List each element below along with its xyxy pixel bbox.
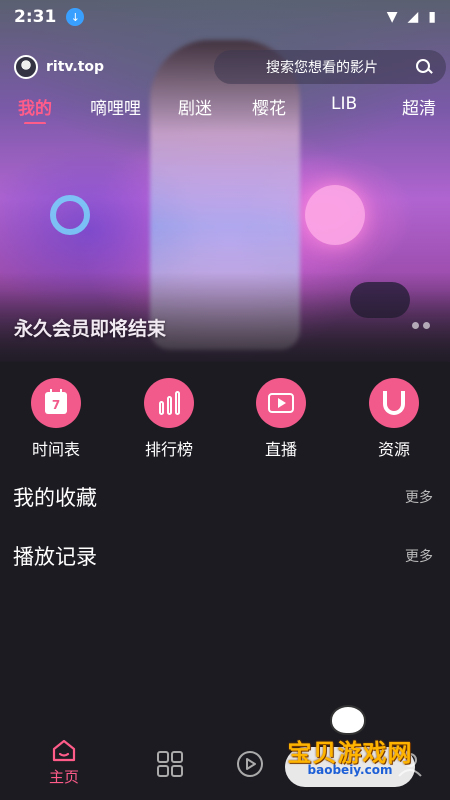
live-label: 直播 bbox=[264, 440, 297, 459]
tab-chaoqing[interactable]: 超清 bbox=[402, 94, 436, 119]
more-link[interactable]: 更多 bbox=[405, 546, 433, 566]
section-title: 我的收藏 bbox=[13, 486, 97, 510]
decor-glow bbox=[305, 185, 365, 245]
decor-glow bbox=[50, 195, 90, 235]
site-logo[interactable] bbox=[14, 55, 38, 79]
favorites-section: 我的收藏 更多 bbox=[13, 482, 433, 512]
grid-icon bbox=[140, 750, 200, 778]
tab-yinghua[interactable]: 樱花 bbox=[252, 94, 286, 119]
battery-icon: ▮ bbox=[428, 9, 436, 25]
live-button[interactable]: 直播 bbox=[241, 378, 321, 460]
history-section: 播放记录 更多 bbox=[13, 541, 433, 571]
magnet-icon bbox=[383, 391, 405, 415]
tab-jumi[interactable]: 剧迷 bbox=[178, 94, 212, 119]
signal-icon: ◢ bbox=[407, 9, 419, 25]
search-icon[interactable] bbox=[416, 59, 432, 75]
status-time: 2:31 bbox=[14, 7, 57, 27]
nav-home-label: 主页 bbox=[48, 768, 79, 786]
wifi-icon: ▼ bbox=[386, 9, 398, 25]
hero-banner[interactable]: 2:31 ↓ ▼ ◢ ▮ ritv.top 搜索您想看的影片 我的 嘀哩哩 剧迷… bbox=[0, 0, 450, 362]
ranking-label: 排行榜 bbox=[144, 440, 193, 459]
tab-lib[interactable]: LIB bbox=[331, 94, 357, 114]
watermark-url: baobeiy.com bbox=[307, 763, 393, 777]
nav-player[interactable] bbox=[220, 750, 280, 778]
ranking-button[interactable]: 排行榜 bbox=[129, 378, 209, 460]
site-name: ritv.top bbox=[46, 59, 105, 75]
top-bar: ritv.top 搜索您想看的影片 bbox=[14, 50, 446, 84]
search-placeholder: 搜索您想看的影片 bbox=[266, 60, 378, 76]
more-link[interactable]: 更多 bbox=[405, 487, 433, 507]
search-bar[interactable]: 搜索您想看的影片 bbox=[214, 50, 446, 84]
play-icon bbox=[220, 750, 280, 778]
status-bar: 2:31 ↓ ▼ ◢ ▮ bbox=[0, 0, 450, 34]
calendar-icon: 7 bbox=[45, 389, 67, 414]
active-tab-indicator bbox=[24, 122, 46, 124]
tv-play-icon bbox=[268, 393, 294, 413]
quick-actions: 7 时间表 排行榜 直播 资源 bbox=[0, 378, 450, 460]
nav-category[interactable] bbox=[140, 750, 200, 778]
schedule-button[interactable]: 7 时间表 bbox=[16, 378, 96, 460]
bar-chart-icon bbox=[158, 391, 180, 415]
section-title: 播放记录 bbox=[13, 545, 97, 569]
resources-button[interactable]: 资源 bbox=[354, 378, 434, 460]
carousel-indicator bbox=[412, 322, 430, 329]
tab-mine[interactable]: 我的 bbox=[18, 94, 52, 119]
watermark-logo: 宝贝游戏网 baobeiy.com bbox=[275, 705, 425, 787]
mascot-icon bbox=[330, 705, 366, 735]
home-icon bbox=[51, 738, 77, 762]
nav-home[interactable]: 主页 bbox=[34, 738, 94, 787]
schedule-label: 时间表 bbox=[31, 440, 80, 459]
tab-dilidili[interactable]: 嘀哩哩 bbox=[90, 94, 141, 119]
banner-title: 永久会员即将结束 bbox=[14, 318, 167, 340]
category-tabs: 我的 嘀哩哩 剧迷 樱花 LIB 超清 bbox=[0, 94, 450, 124]
resources-label: 资源 bbox=[377, 440, 410, 459]
download-icon: ↓ bbox=[66, 8, 85, 26]
